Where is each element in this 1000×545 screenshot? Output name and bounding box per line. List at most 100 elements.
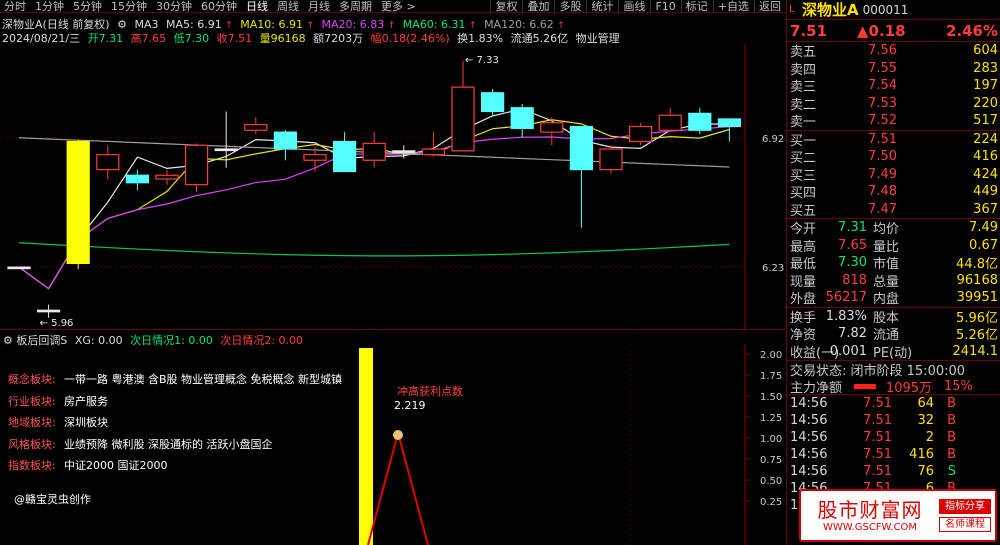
ask-level: 卖五 [790, 45, 817, 61]
tab-1min[interactable]: 1分钟 [31, 0, 69, 13]
board-key: 指数板块: [8, 459, 56, 472]
stats-button[interactable]: 统计 [586, 0, 618, 13]
signal-bar [359, 348, 373, 545]
bid-volume: 449 [973, 184, 998, 200]
tick-time: 14:56 [790, 430, 828, 445]
board-value: 房产服务 [64, 394, 108, 408]
tab-weekly[interactable]: 周线 [273, 0, 304, 13]
bid-row[interactable]: 买四 7.48 449 [787, 183, 1000, 201]
tab-multi-period[interactable]: 多周期 [335, 0, 377, 13]
board-key: 风格板块: [8, 437, 56, 451]
stat-row: 最低 7.30 市值 44.8亿 [787, 254, 1000, 272]
tick-volume: 2 [925, 430, 934, 445]
candle [658, 114, 682, 131]
tick-volume: 64 [917, 396, 934, 411]
stat-value: 0.67 [969, 237, 998, 253]
low-price-label: ← 5.96 [40, 318, 74, 329]
stat-value: 5.26亿 [956, 328, 998, 344]
board-row: 地域板块: 深圳板块 [8, 412, 342, 434]
tick-row[interactable]: 14:56 7.51 76 S [787, 463, 1000, 480]
quote-panel: L 深物业A 000011 7.51 ▲0.18 2.46% 卖五 7.56 604… [786, 0, 1000, 545]
stat-label: PE(动) [873, 345, 913, 361]
stat-value: 0.001 [829, 343, 867, 359]
candle [717, 118, 742, 128]
ma-info-line: 深物业A(日线 前复权) ⚙ MA3 MA5: 6.91 ↑ MA10: 6.9… [2, 16, 565, 31]
mark-button[interactable]: 标记 [680, 0, 713, 13]
tab-daily[interactable]: 日线 [242, 0, 273, 13]
draw-line-button[interactable]: 画线 [618, 0, 650, 13]
ask-row[interactable]: 卖四 7.55 283 [787, 60, 1000, 78]
bid-row[interactable]: 买五 7.47 367 [787, 201, 1000, 219]
ask-volume: 283 [973, 60, 998, 76]
tick-price: 7.51 [863, 413, 892, 428]
tick-side: B [947, 396, 956, 411]
tick-volume: 32 [917, 413, 934, 428]
tab-15min[interactable]: 15分钟 [107, 0, 152, 13]
tab-60min[interactable]: 60分钟 [197, 0, 242, 13]
ask-row[interactable]: 卖二 7.53 220 [787, 95, 1000, 113]
tab-more[interactable]: 更多 > [377, 0, 421, 13]
tick-volume: 416 [909, 447, 934, 462]
tick-volume: 76 [917, 464, 934, 479]
ask-price: 7.53 [868, 95, 897, 111]
tab-intraday[interactable]: 分时 [0, 0, 31, 13]
stat-value: 1.83% [825, 308, 867, 324]
tick-row[interactable]: 14:56 7.51 64 B [787, 395, 1000, 412]
ind-tick-label: 0.50 [760, 476, 782, 487]
board-value: 深圳板块 [64, 416, 108, 429]
f10-button[interactable]: F10 [650, 0, 680, 13]
stock-marker-icon: L [789, 4, 795, 15]
candle [36, 309, 61, 313]
tick-price: 7.51 [863, 447, 892, 462]
stat-value: 96168 [956, 272, 998, 288]
ind-tick-label: 2.00 [760, 350, 782, 361]
candle [628, 125, 653, 143]
ask-row[interactable]: 卖五 7.56 604 [787, 42, 1000, 60]
trade-status: 交易状态: 闭市阶段 15:00:00 [790, 364, 966, 379]
candle [599, 148, 623, 171]
tick-row[interactable]: 14:56 7.51 416 B [787, 446, 1000, 463]
board-row: 指数板块: 中证2000 国证2000 [8, 455, 342, 477]
ask-price: 7.56 [868, 43, 897, 59]
bid-level: 买五 [790, 203, 817, 219]
bid-row[interactable]: 买一 7.51 224 [787, 131, 1000, 149]
bid-volume: 367 [973, 201, 998, 217]
candle [569, 125, 594, 171]
board-value: 一带一路 粤港澳 含B股 物业管理概念 免税概念 新型城镇 [64, 373, 343, 386]
price-line: 7.51 ▲0.18 2.46% [787, 20, 1000, 42]
restore-rights-button[interactable]: 复权 [490, 0, 522, 13]
overlay-button[interactable]: 叠加 [522, 0, 554, 13]
board-key: 概念板块: [8, 373, 56, 386]
bid-row[interactable]: 买二 7.50 416 [787, 148, 1000, 166]
candlestick-chart[interactable]: 6.92 6.23 ← 7.33 ← 5.96 [0, 44, 786, 329]
tab-monthly[interactable]: 月线 [304, 0, 335, 13]
ind-tick-label: 1.00 [760, 434, 782, 445]
add-watchlist-button[interactable]: +自选 [712, 0, 754, 13]
tick-time: 14:56 [790, 464, 828, 479]
tick-row[interactable]: 14:56 7.51 2 B [787, 429, 1000, 446]
ask-price: 7.54 [868, 78, 897, 94]
board-value: 业绩预降 微利股 深股通标的 活跃小盘国企 [64, 437, 273, 451]
candle [66, 140, 90, 264]
watermark-url: WWW.GSCFW.COM [823, 521, 917, 533]
flow-value: 1095万 [885, 380, 933, 396]
back-button[interactable]: 返回 [754, 0, 786, 13]
ask-row[interactable]: 卖一 7.52 517 [787, 112, 1000, 130]
profit-points-label: 冲高获利点数 [397, 385, 463, 398]
bid-row[interactable]: 买三 7.49 424 [787, 166, 1000, 184]
tab-5min[interactable]: 5分钟 [69, 0, 107, 13]
candle [481, 92, 505, 113]
ask-row[interactable]: 卖三 7.54 197 [787, 77, 1000, 95]
candle [96, 154, 120, 171]
tab-30min[interactable]: 30分钟 [152, 0, 197, 13]
tick-row[interactable]: 14:56 7.51 32 B [787, 412, 1000, 429]
ask-price: 7.55 [868, 60, 897, 76]
stat-row: 收益(一) 0.001 PE(动) 2414.1 [787, 343, 1000, 361]
watermark-tag-courses: 名师课程 [939, 517, 991, 532]
candle [540, 122, 564, 133]
multi-stock-button[interactable]: 多股 [554, 0, 586, 13]
candle [244, 124, 268, 131]
tick-side: B [947, 430, 956, 445]
stat-value: 56217 [825, 290, 867, 306]
board-row: 风格板块: 业绩预降 微利股 深股通标的 活跃小盘国企 [8, 434, 342, 456]
